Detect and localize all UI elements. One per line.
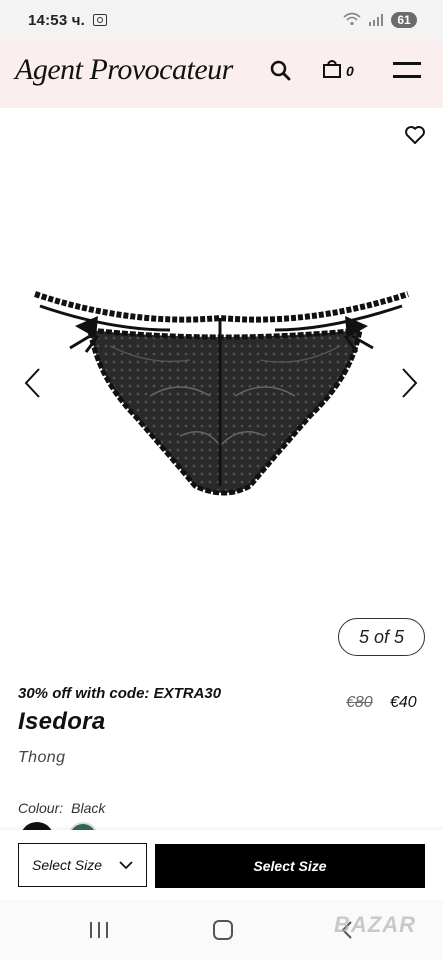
product-gallery: 5 of 5 bbox=[0, 108, 443, 668]
colour-label: Colour: bbox=[18, 800, 64, 816]
sale-price: €40 bbox=[390, 694, 417, 711]
colour-value: Black bbox=[71, 800, 106, 816]
home-icon[interactable] bbox=[213, 920, 233, 940]
screenshot-icon bbox=[93, 14, 108, 26]
site-header: Agent Provocateur 0 bbox=[0, 40, 443, 108]
product-type: Thong bbox=[18, 749, 66, 766]
status-indicators: 61 bbox=[342, 12, 417, 29]
brand-logo[interactable]: Agent Provocateur bbox=[15, 53, 233, 87]
size-select[interactable]: Select Size bbox=[18, 843, 147, 887]
product-title: Isedora bbox=[18, 708, 106, 735]
product-image bbox=[34, 291, 409, 496]
select-size-button[interactable]: Select Size bbox=[155, 844, 425, 888]
status-bar: 14:53 ч. 61 bbox=[0, 0, 443, 40]
heart-icon[interactable] bbox=[404, 124, 426, 146]
signal-icon bbox=[368, 14, 383, 26]
bag-icon bbox=[323, 60, 341, 78]
search-icon[interactable] bbox=[268, 58, 294, 84]
original-price: €80 bbox=[346, 694, 373, 711]
status-time: 14:53 ч. bbox=[28, 11, 86, 29]
promo-text: 30% off with code: EXTRA30 bbox=[18, 685, 222, 702]
wifi-icon bbox=[342, 12, 361, 29]
recent-apps-icon[interactable] bbox=[90, 922, 108, 938]
action-bar: Select Size Select Size bbox=[0, 830, 443, 900]
system-nav-bar: BAZAR bbox=[0, 900, 443, 960]
colour-row: Colour: Black bbox=[18, 800, 105, 816]
bag-count: 0 bbox=[346, 63, 354, 79]
size-select-label: Select Size bbox=[32, 857, 103, 873]
gallery-counter: 5 of 5 bbox=[338, 618, 425, 656]
chevron-down-icon bbox=[119, 861, 133, 870]
battery-indicator: 61 bbox=[391, 12, 417, 28]
bag-button[interactable]: 0 bbox=[322, 59, 354, 79]
watermark-logo: BAZAR bbox=[334, 912, 416, 937]
menu-icon[interactable] bbox=[393, 62, 421, 80]
